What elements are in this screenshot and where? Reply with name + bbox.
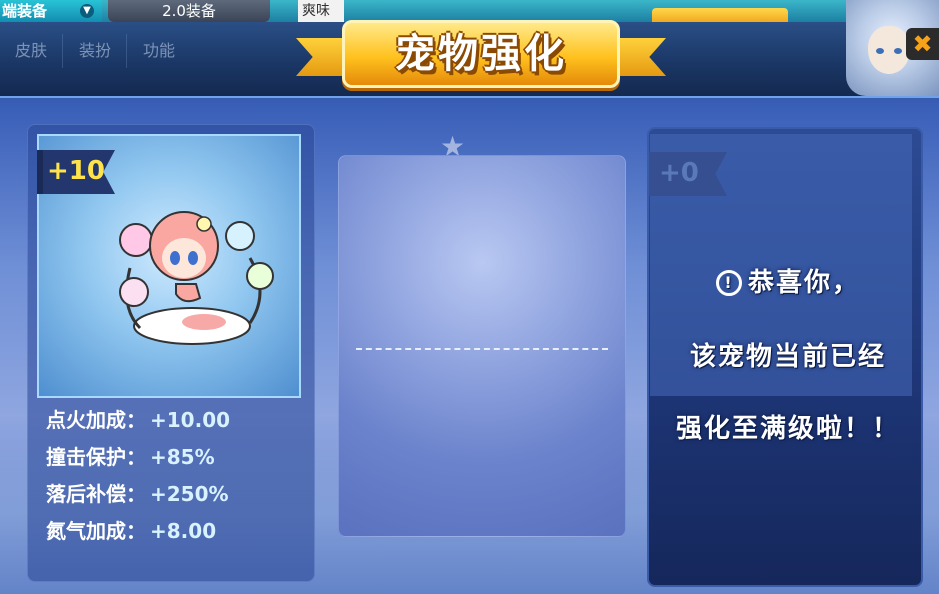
stat-catchup-compensation: 落后补偿： +250% — [46, 480, 306, 517]
max-level-message-line1: ! 恭喜你， — [650, 262, 926, 299]
background-tab-dressup: 装扮 — [64, 34, 127, 68]
avatar-face — [868, 26, 910, 74]
avatar-eye-left — [876, 48, 884, 54]
close-button[interactable]: ✖ — [906, 28, 939, 60]
avatar-eye-right — [894, 48, 902, 54]
background-tab-function: 功能 — [142, 41, 175, 60]
dialog-title: 宠物强化 — [395, 31, 567, 77]
stat-label: 落后补偿： — [46, 482, 146, 506]
pet-character-image — [119, 211, 274, 345]
stat-value: +250% — [150, 482, 229, 506]
badge-stem — [37, 150, 43, 194]
stat-label: 氮气加成： — [46, 519, 146, 543]
tab-equipment-2[interactable]: 2.0装备 — [108, 0, 270, 22]
tab-equipment[interactable]: 端装备 ▼ — [0, 0, 102, 22]
stat-ignition-bonus: 点火加成： +10.00 — [46, 406, 306, 443]
exclamation-circle-icon: ! — [715, 270, 742, 296]
stat-collision-protection: 撞击保护： +85% — [46, 443, 306, 480]
stat-label: 撞击保护： — [46, 445, 146, 469]
pet-enhance-screen: 端装备 ▼ 2.0装备 爽味 皮肤 装扮 功能 ✖ 宠物强化 ★ ★ ★ ★ ★… — [0, 0, 939, 594]
dashed-divider — [356, 348, 608, 350]
stat-value: +10.00 — [150, 408, 231, 432]
chevron-down-icon[interactable]: ▼ — [80, 4, 94, 18]
background-tab-skin: 皮肤 — [0, 34, 63, 68]
pet-level-badge: +10 — [37, 150, 115, 194]
tab-background-item[interactable]: 爽味 — [298, 0, 344, 22]
message-line1-text: 恭喜你， — [747, 268, 860, 298]
max-level-message-line2: 该宠物当前已经 — [689, 342, 886, 372]
result-level-badge: +0 — [649, 152, 727, 196]
enhance-material-slot[interactable] — [338, 155, 626, 537]
stat-nitro-bonus: 氮气加成： +8.00 — [46, 517, 306, 554]
result-level-text: +0 — [659, 158, 699, 188]
pet-stats-list: 点火加成： +10.00 撞击保护： +85% 落后补偿： +250% 氮气加成： +8… — [46, 406, 306, 554]
stat-value: +85% — [150, 445, 215, 469]
title-ribbon: 宠物强化 — [296, 20, 666, 90]
pet-level-text: +10 — [47, 156, 105, 186]
max-level-message-line3: 强化至满级啦！！ — [675, 414, 900, 444]
tab-equipment-label: 端装备 — [2, 2, 48, 20]
stat-value: +8.00 — [150, 519, 217, 543]
stat-label: 点火加成： — [46, 408, 146, 432]
